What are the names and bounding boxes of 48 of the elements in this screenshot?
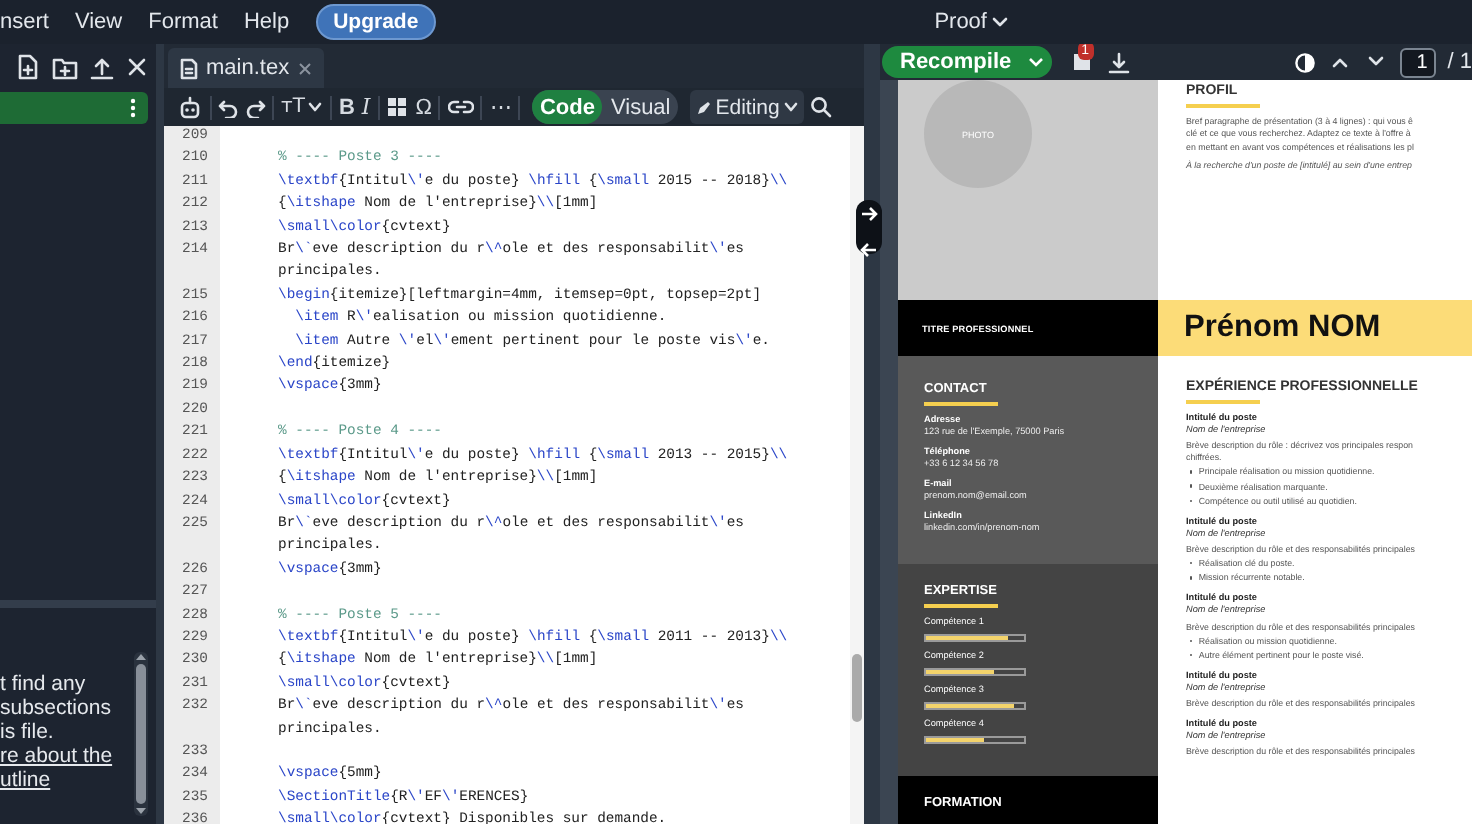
redo-icon[interactable] xyxy=(245,97,265,117)
previous-page-icon[interactable] xyxy=(1327,54,1352,70)
symbol-button[interactable]: Ω xyxy=(415,95,432,119)
menu-item[interactable]: Help xyxy=(243,10,290,34)
person-name: Prénom NOM xyxy=(1184,310,1381,346)
page-input[interactable]: 1 xyxy=(1399,47,1436,77)
search-icon[interactable] xyxy=(810,96,833,118)
proof-menu[interactable]: Proof xyxy=(934,10,1009,34)
menu-item[interactable]: View xyxy=(74,10,123,34)
scrollbar-thumb[interactable] xyxy=(852,654,862,722)
bold-button[interactable]: B xyxy=(338,95,355,119)
file-icon xyxy=(180,57,198,79)
learn-more-link[interactable]: re about the utline xyxy=(0,744,128,792)
mode-tab[interactable]: Visual xyxy=(602,90,679,124)
upload-icon[interactable] xyxy=(90,55,114,79)
mode-toggle[interactable]: Code Visual xyxy=(531,90,679,124)
new-folder-icon[interactable] xyxy=(52,55,78,79)
undo-icon[interactable] xyxy=(218,97,238,117)
robot-icon[interactable] xyxy=(178,95,202,119)
more-button[interactable]: ⋯ xyxy=(489,95,512,119)
menu-item[interactable]: nsert xyxy=(0,10,49,34)
text-style-button[interactable]: ᴛT xyxy=(281,95,323,119)
link-icon[interactable] xyxy=(447,98,474,116)
outline-message: t find any subsections is file. xyxy=(0,672,113,744)
download-icon[interactable] xyxy=(1107,51,1130,73)
caret-icon xyxy=(1027,56,1044,68)
recompile-button[interactable]: Recompile xyxy=(882,46,1052,78)
editing-menu[interactable]: Editing xyxy=(689,90,804,124)
menu-item[interactable]: Format xyxy=(148,10,218,34)
pencil-icon xyxy=(695,99,712,115)
contrast-icon[interactable] xyxy=(1293,51,1316,73)
table-icon[interactable] xyxy=(386,96,409,118)
italic-button[interactable]: I xyxy=(361,95,371,119)
more-options-icon[interactable] xyxy=(130,98,136,118)
upgrade-button[interactable]: Upgrade xyxy=(315,4,437,40)
caret-icon xyxy=(783,102,798,112)
new-file-icon[interactable] xyxy=(16,54,40,80)
swap-panels-button[interactable] xyxy=(856,200,882,254)
page-total: / 1 xyxy=(1447,50,1472,74)
scroll-up-icon[interactable] xyxy=(136,654,146,660)
file-tab[interactable]: main.tex xyxy=(168,48,324,88)
caret-icon xyxy=(992,16,1009,28)
arrow-right-icon xyxy=(856,202,882,226)
scroll-down-icon[interactable] xyxy=(136,808,146,814)
caret-icon xyxy=(308,102,323,112)
mode-tab[interactable]: Code xyxy=(531,90,603,124)
next-page-icon[interactable] xyxy=(1363,54,1388,70)
scrollbar[interactable] xyxy=(134,652,148,816)
